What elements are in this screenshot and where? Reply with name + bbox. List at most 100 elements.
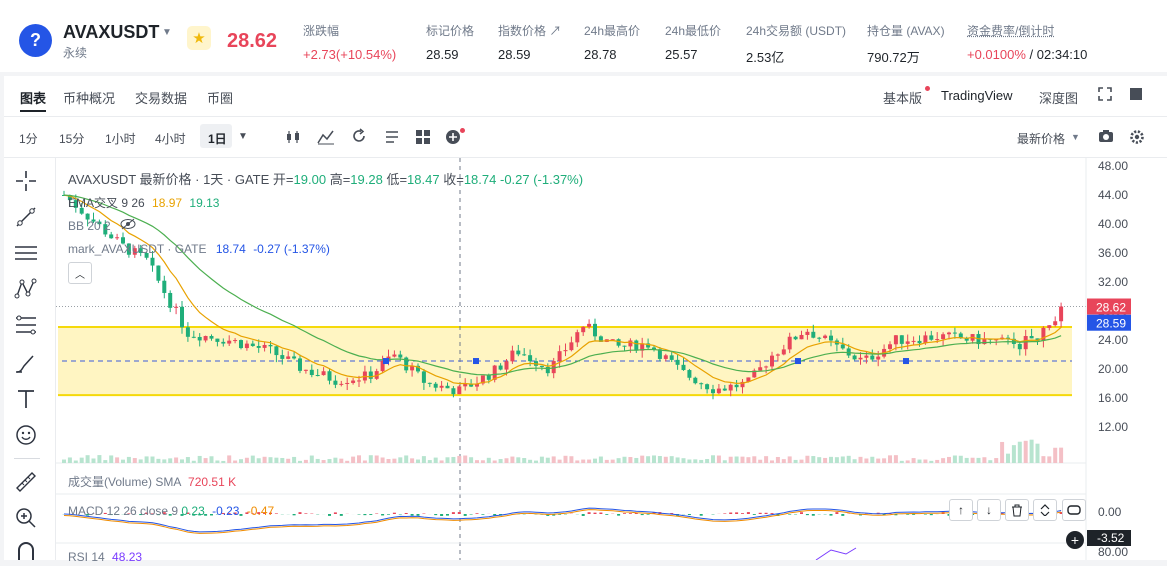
candle-body: [280, 355, 284, 359]
timeframe-dropdown-icon[interactable]: ▼: [238, 131, 248, 142]
caret-down-icon[interactable]: ▼: [162, 27, 172, 38]
volume-bar: [977, 458, 981, 463]
candle-body: [428, 383, 432, 384]
symbol-selector[interactable]: AVAXUSDT: [63, 22, 159, 43]
candle-body: [328, 371, 332, 380]
volume-bar: [463, 456, 467, 463]
macd-hist-bar: [476, 513, 479, 514]
volume-bar: [363, 460, 367, 463]
volume-bar: [269, 457, 273, 463]
stat-mark-price: 标记价格 28.59: [426, 22, 474, 62]
brush-tool-icon[interactable]: [13, 350, 39, 376]
candle-body: [239, 340, 243, 348]
eye-hidden-icon[interactable]: [120, 219, 136, 233]
volume-bar: [711, 455, 715, 463]
ema-label: EMA交叉 9 26: [68, 196, 145, 210]
candle-body: [392, 355, 396, 357]
price-type-selector[interactable]: 最新价格: [1017, 130, 1065, 147]
volume-bar: [823, 458, 827, 463]
tab-basic[interactable]: 基本版: [883, 88, 922, 107]
volume-bar: [593, 459, 597, 463]
ruler-tool-icon[interactable]: [13, 469, 39, 495]
text-tool-icon[interactable]: [13, 386, 39, 412]
macd-hist-bar: [629, 513, 632, 514]
candle-body: [676, 360, 680, 365]
volume-bar: [339, 459, 343, 463]
move-pane-down-button[interactable]: ↓: [977, 499, 1001, 521]
fullscreen-icon[interactable]: [1098, 87, 1112, 104]
settings-list-icon[interactable]: [384, 129, 400, 148]
mark-change: -0.27 (-1.37%): [253, 242, 330, 256]
timeframe-15m[interactable]: 15分: [59, 130, 84, 147]
crosshair-tool-icon[interactable]: [13, 168, 39, 194]
volume-bar: [617, 458, 621, 463]
rsi-value: 48.23: [112, 550, 142, 564]
volume-bar: [652, 455, 656, 463]
candle-body: [811, 332, 815, 338]
refresh-icon[interactable]: [351, 128, 367, 147]
indicators-icon[interactable]: [317, 129, 335, 148]
volume-bar: [746, 457, 750, 463]
caret-down-icon[interactable]: ▼: [1071, 132, 1080, 142]
volume-bar: [121, 460, 125, 463]
volume-bar: [428, 460, 432, 463]
add-indicator-icon[interactable]: [445, 129, 461, 148]
candle-body: [357, 380, 361, 381]
fib-retracement-tool-icon[interactable]: [13, 312, 39, 338]
candle-body: [593, 324, 597, 336]
volume-bar: [475, 460, 479, 463]
chart-settings-gear-icon[interactable]: [1129, 129, 1145, 148]
macd-hist-bar: [835, 512, 838, 514]
volume-bar: [198, 456, 202, 463]
volume-bar: [369, 455, 373, 463]
zoom-tool-icon[interactable]: [13, 505, 39, 531]
delete-pane-button[interactable]: [1005, 499, 1029, 521]
volume-bar: [634, 458, 638, 463]
tab-tradingview[interactable]: TradingView: [941, 88, 1013, 103]
bb-label: BB 20 2: [68, 219, 111, 233]
tab-chart[interactable]: 图表: [20, 88, 46, 107]
tab-trade-data[interactable]: 交易数据: [135, 88, 187, 107]
timeframe-1m[interactable]: 1分: [19, 130, 38, 147]
volume-bar: [558, 460, 562, 463]
volume-bar: [569, 456, 573, 463]
timeframe-1d[interactable]: 1日: [208, 130, 227, 147]
stat-index-price[interactable]: 指数价格 ↗ 28.59: [498, 22, 561, 62]
collapse-legend-button[interactable]: ︿: [68, 262, 92, 284]
maximize-pane-button[interactable]: [1033, 499, 1057, 521]
macd-hist-bar: [617, 514, 620, 516]
pattern-tool-icon[interactable]: [13, 276, 39, 302]
pane-settings-button[interactable]: [1062, 499, 1086, 521]
tab-depth-chart[interactable]: 深度图: [1039, 88, 1078, 107]
move-pane-up-button[interactable]: ↑: [949, 499, 973, 521]
layout-grid-icon[interactable]: [415, 129, 431, 148]
macd-hist-bar: [594, 513, 597, 514]
camera-snapshot-icon[interactable]: [1098, 129, 1114, 146]
funding-countdown: / 02:34:10: [1030, 47, 1088, 62]
timeframe-1h[interactable]: 1小时: [105, 130, 136, 147]
volume-bar: [546, 458, 550, 463]
volume-bar: [835, 457, 839, 463]
tab-community[interactable]: 币圈: [207, 88, 233, 107]
bb-legend: BB 20 2: [68, 218, 136, 233]
minimize-panel-icon[interactable]: [1130, 88, 1142, 103]
favorite-star-icon[interactable]: ★: [187, 26, 211, 50]
macd-hist-bar: [293, 514, 296, 515]
candle-body: [617, 339, 621, 345]
macd-hist-bar: [788, 514, 791, 515]
trendline-tool-icon[interactable]: [13, 204, 39, 230]
macd-hist-bar: [387, 514, 390, 515]
volume-bar: [788, 456, 792, 463]
candle-body: [859, 358, 863, 360]
tab-coin-overview[interactable]: 币种概况: [63, 88, 115, 107]
add-pane-plus-icon[interactable]: +: [1066, 531, 1084, 549]
candle-type-icon[interactable]: [285, 129, 301, 148]
volume-bar: [770, 460, 774, 463]
magnet-tool-icon[interactable]: [13, 540, 39, 566]
stat-label[interactable]: 指数价格 ↗: [498, 22, 561, 39]
emoji-tool-icon[interactable]: [13, 422, 39, 448]
timeframe-4h[interactable]: 4小时: [155, 130, 186, 147]
volume-bar: [947, 457, 951, 463]
volume-bar: [859, 457, 863, 463]
horizontal-lines-tool-icon[interactable]: [13, 240, 39, 266]
